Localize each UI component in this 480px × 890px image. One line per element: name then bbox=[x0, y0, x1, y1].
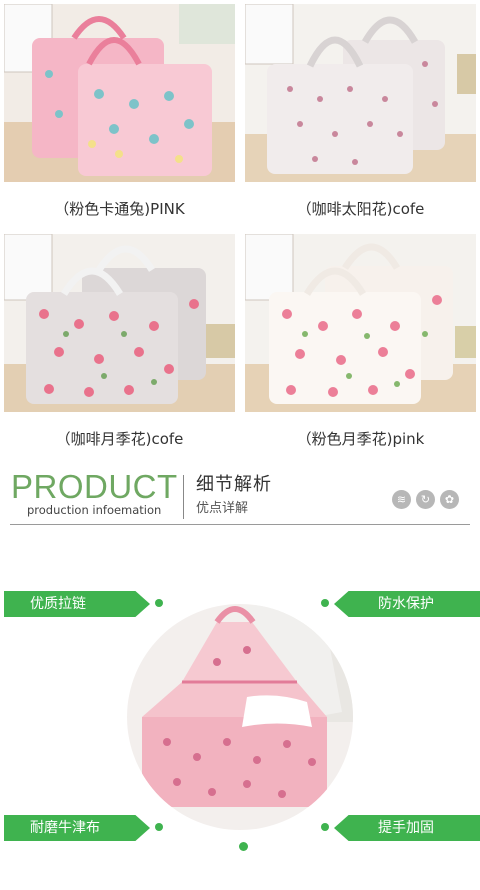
wave-icon: ≋ bbox=[392, 490, 411, 509]
pink-rose-bag-image bbox=[245, 234, 476, 412]
product-caption: （粉色月季花)pink bbox=[296, 430, 425, 448]
product-caption: （粉色卡通兔)PINK bbox=[54, 200, 185, 218]
header-icons: ≋ ↻ ✿ bbox=[392, 490, 459, 509]
bag-detail-image bbox=[127, 604, 353, 830]
product-photo-pink-rose[interactable] bbox=[245, 234, 476, 412]
pink-cartoon-bag-image bbox=[4, 4, 235, 182]
product-photo-pink-cartoon[interactable] bbox=[4, 4, 235, 182]
pointer-dot bbox=[239, 842, 248, 851]
section-rule bbox=[10, 524, 470, 525]
section-subtitle-cn: 优点详解 bbox=[196, 501, 249, 516]
feature-detail-photo[interactable] bbox=[127, 602, 353, 832]
product-caption: （咖啡月季花)cofe bbox=[55, 430, 184, 448]
header-divider bbox=[183, 475, 184, 519]
flower-icon: ✿ bbox=[440, 490, 459, 509]
feature-tag-waterproof: 防水保护 bbox=[334, 591, 480, 617]
pointer-dot bbox=[155, 599, 163, 607]
feature-tag-oxford-cloth: 耐磨牛津布 bbox=[4, 815, 150, 841]
pointer-dot bbox=[321, 823, 329, 831]
cofe-sunflower-bag-image bbox=[245, 4, 476, 182]
product-photo-cofe-rose[interactable] bbox=[4, 234, 235, 412]
feature-tag-handle: 提手加固 bbox=[334, 815, 480, 841]
section-subtitle: production infoemation bbox=[27, 503, 162, 517]
pointer-dot bbox=[321, 599, 329, 607]
product-photo-cofe-sunflower[interactable] bbox=[245, 4, 476, 182]
refresh-icon: ↻ bbox=[416, 490, 435, 509]
section-title: PRODUCT bbox=[11, 468, 178, 505]
feature-tag-zipper: 优质拉链 bbox=[4, 591, 150, 617]
section-title-cn: 细节解析 bbox=[196, 474, 272, 495]
pointer-dot bbox=[155, 823, 163, 831]
product-caption: （咖啡太阳花)cofe bbox=[296, 200, 425, 218]
cofe-rose-bag-image bbox=[4, 234, 235, 412]
